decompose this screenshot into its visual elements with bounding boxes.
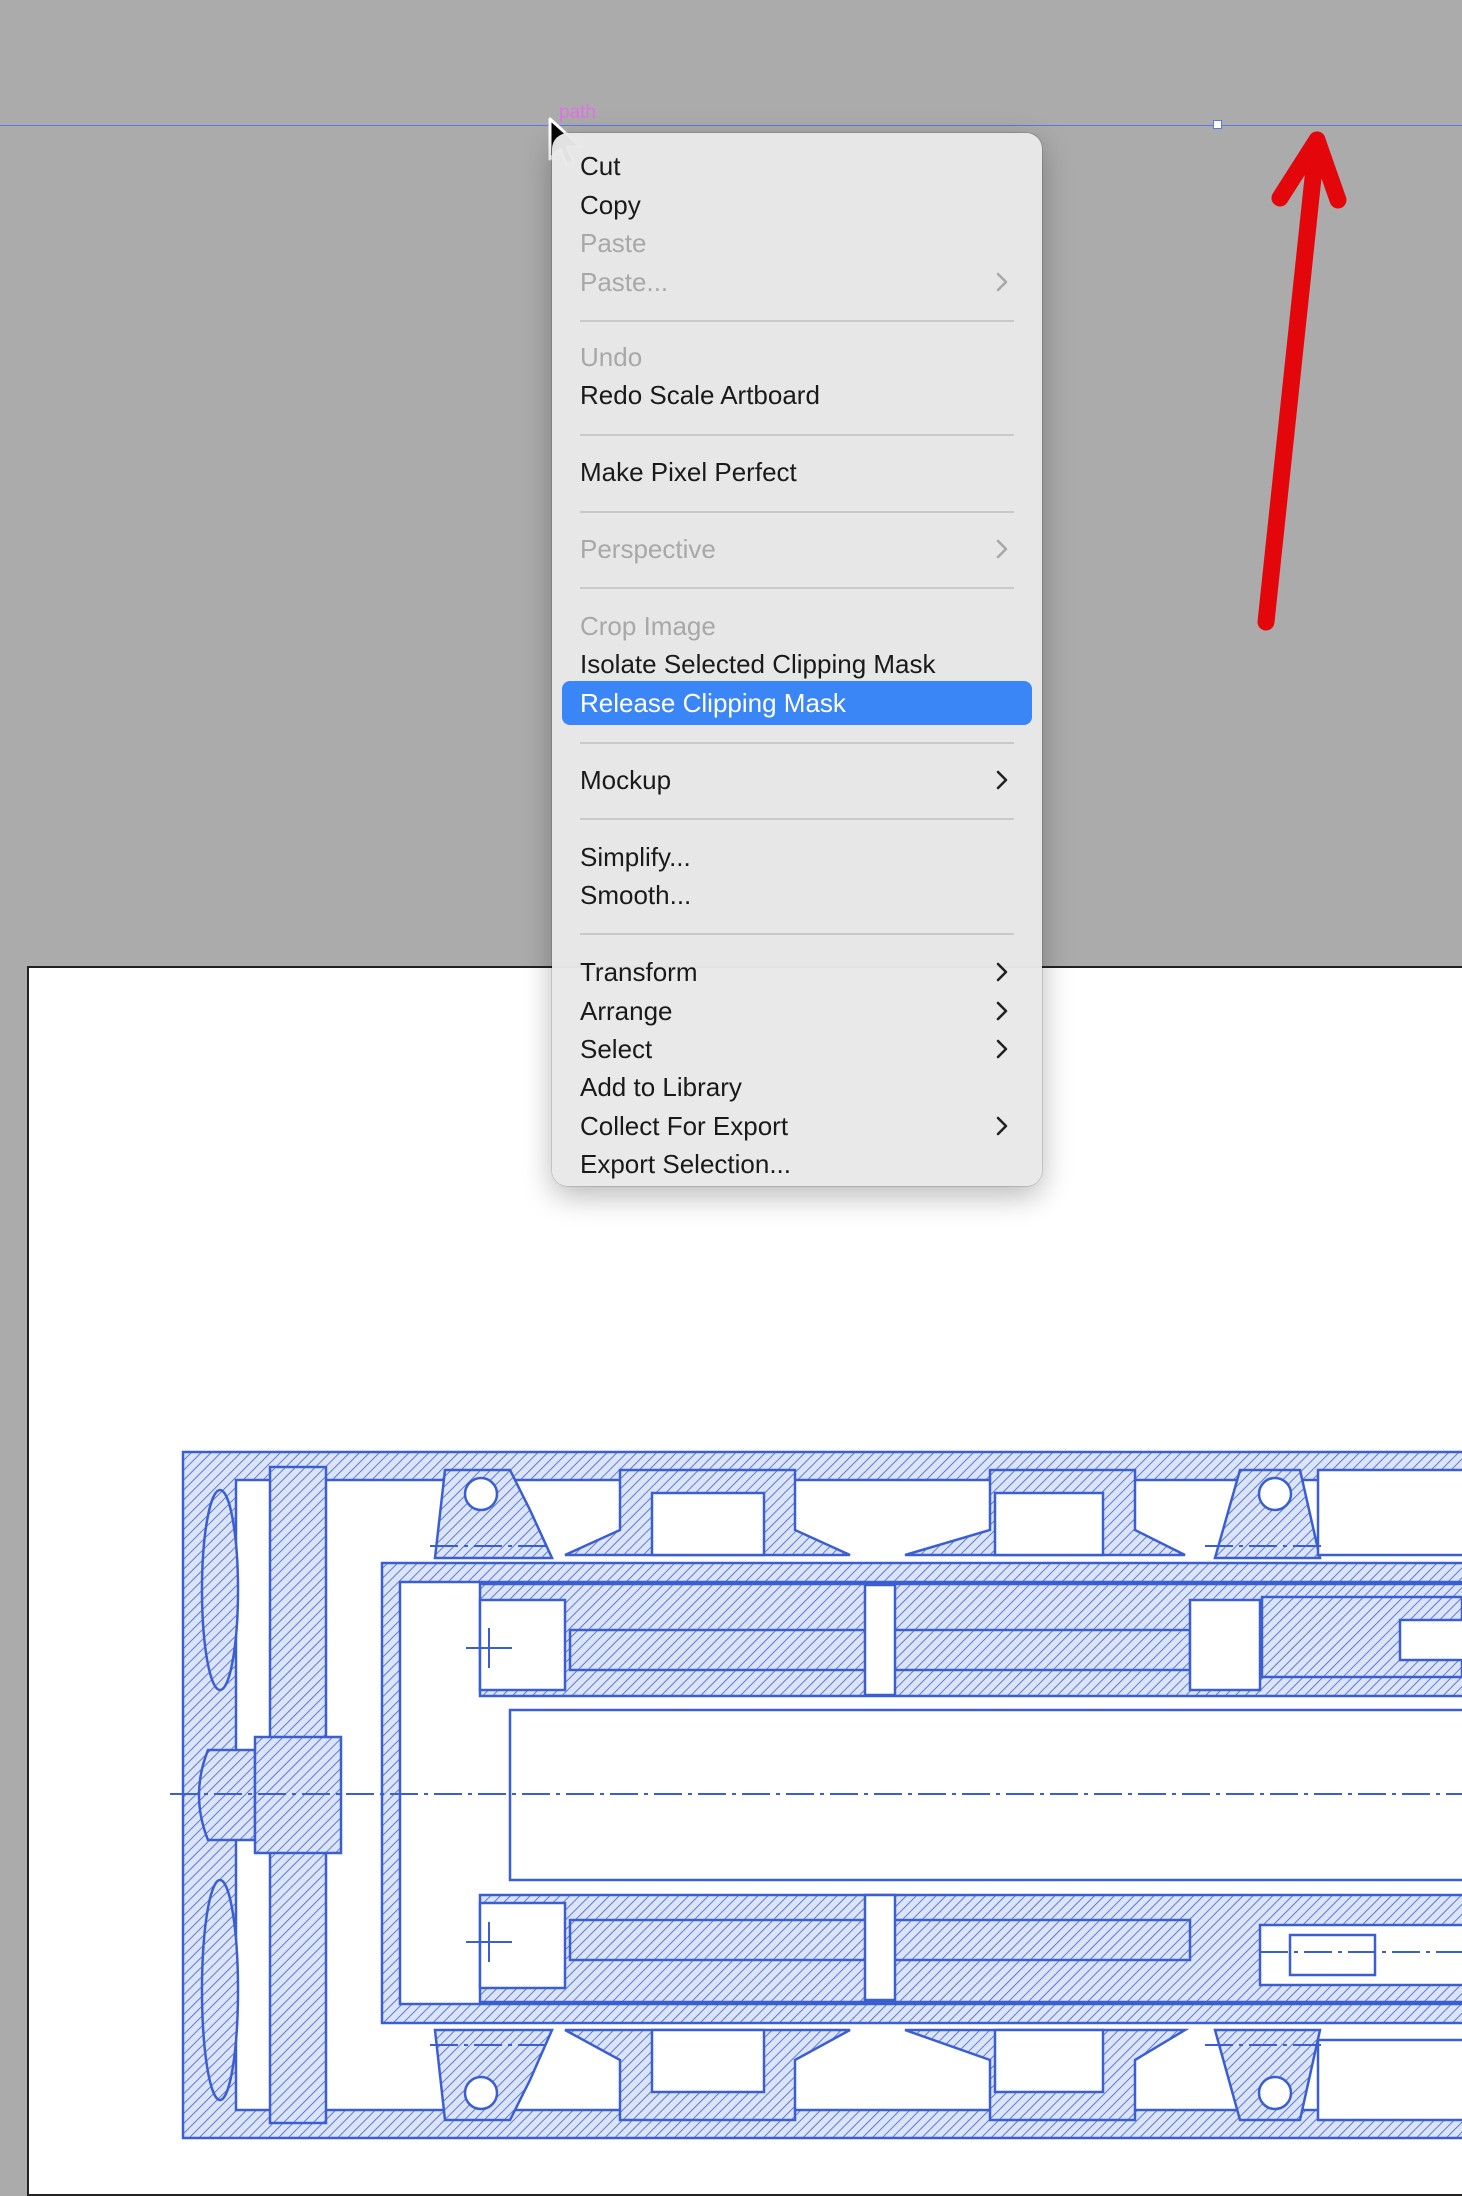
chevron-right-icon: [996, 539, 1008, 559]
menu-item-label: Cut: [580, 151, 621, 181]
menu-item-label: Simplify...: [580, 842, 691, 872]
menu-item-label: Perspective: [580, 534, 716, 564]
menu-item-isolate-selected-clipping-mask[interactable]: Isolate Selected Clipping Mask: [562, 642, 1032, 686]
menu-separator: [580, 742, 1014, 744]
menu-item-cut[interactable]: Cut: [562, 144, 1032, 188]
menu-item-label: Make Pixel Perfect: [580, 457, 797, 487]
menu-item-label: Transform: [580, 957, 698, 987]
menu-item-label: Isolate Selected Clipping Mask: [580, 649, 936, 679]
menu-separator: [580, 587, 1014, 589]
menu-separator: [580, 933, 1014, 935]
menu-item-smooth[interactable]: Smooth...: [562, 873, 1032, 917]
menu-separator: [580, 320, 1014, 322]
menu-separator: [580, 434, 1014, 436]
menu-item-label: Smooth...: [580, 880, 692, 910]
menu-item-label: Select: [580, 1034, 653, 1064]
menu-item-export-selection[interactable]: Export Selection...: [562, 1142, 1032, 1186]
menu-separator: [580, 511, 1014, 513]
menu-item-label: Crop Image: [580, 611, 716, 641]
menu-item-add-to-library[interactable]: Add to Library: [562, 1065, 1032, 1109]
chevron-right-icon: [996, 1001, 1008, 1021]
chevron-right-icon: [996, 1116, 1008, 1136]
chevron-right-icon: [996, 1039, 1008, 1059]
menu-item-label: Release Clipping Mask: [580, 688, 846, 718]
menu-item-label: Collect For Export: [580, 1111, 789, 1141]
menu-item-label: Paste: [580, 228, 647, 258]
chevron-right-icon: [996, 962, 1008, 982]
chevron-right-icon: [996, 272, 1008, 292]
menu-item-perspective: Perspective: [562, 527, 1032, 571]
menu-item-label: Export Selection...: [580, 1149, 791, 1179]
menu-item-label: Mockup: [580, 765, 672, 795]
menu-item-label: Redo Scale Artboard: [580, 380, 820, 410]
menu-item-label: Arrange: [580, 996, 673, 1026]
menu-item-label: Paste...: [580, 267, 669, 297]
menu-item-make-pixel-perfect[interactable]: Make Pixel Perfect: [562, 450, 1032, 494]
menu-separator: [580, 818, 1014, 820]
menu-item-redo-scale-artboard[interactable]: Redo Scale Artboard: [562, 373, 1032, 417]
menu-item-paste: Paste...: [562, 260, 1032, 304]
menu-item-mockup[interactable]: Mockup: [562, 758, 1032, 802]
menu-item-label: Add to Library: [580, 1072, 742, 1102]
chevron-right-icon: [996, 770, 1008, 790]
menu-item-transform[interactable]: Transform: [562, 950, 1032, 994]
menu-item-paste: Paste: [562, 221, 1032, 265]
menu-item-label: Undo: [580, 342, 643, 372]
menu-item-release-clipping-mask[interactable]: Release Clipping Mask: [562, 681, 1032, 725]
context-menu: Cut Copy Paste Paste... Undo Redo Scale Artbo…: [552, 133, 1042, 1186]
menu-item-label: Copy: [580, 190, 641, 220]
